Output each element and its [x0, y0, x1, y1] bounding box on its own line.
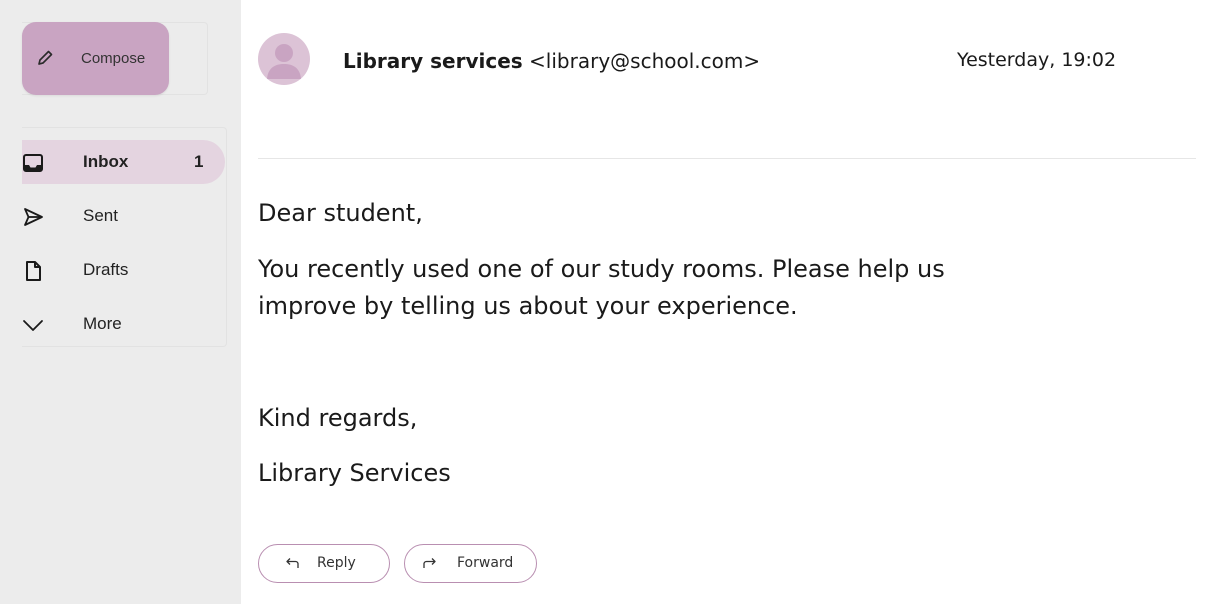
- sender: Library services <library@school.com>: [343, 49, 760, 73]
- sidebar-item-more[interactable]: More: [22, 302, 225, 346]
- sidebar-item-drafts[interactable]: Drafts: [22, 248, 225, 292]
- sender-email: <library@school.com>: [529, 49, 761, 73]
- compose-button[interactable]: Compose: [22, 22, 169, 95]
- forward-label: Forward: [457, 555, 514, 571]
- send-icon: [24, 208, 43, 226]
- chevron-down-icon: [23, 320, 43, 331]
- sidebar-item-sent[interactable]: Sent: [22, 194, 225, 238]
- sender-name: Library services: [343, 49, 523, 73]
- sidebar-item-label: More: [83, 314, 122, 333]
- message-signature: Library Services: [258, 459, 451, 487]
- message-body-line: You recently used one of our study rooms…: [258, 255, 945, 283]
- unread-count-badge: 1: [194, 152, 204, 171]
- compose-label: Compose: [81, 50, 146, 67]
- pencil-icon: [38, 50, 53, 65]
- message-date: Yesterday, 19:02: [957, 49, 1117, 71]
- sidebar-item-label: Drafts: [83, 260, 129, 279]
- sidebar-item-label: Sent: [83, 206, 118, 225]
- sender-avatar: [258, 33, 310, 85]
- forward-icon: [423, 558, 436, 568]
- inbox-icon: [23, 154, 43, 172]
- message-body-line: improve by telling us about your experie…: [258, 292, 798, 320]
- message-closing: Kind regards,: [258, 404, 418, 432]
- person-icon: [267, 44, 301, 79]
- divider: [258, 158, 1196, 159]
- reply-label: Reply: [317, 555, 356, 571]
- message-greeting: Dear student,: [258, 199, 423, 227]
- reply-icon: [286, 558, 299, 568]
- sidebar-item-label: Inbox: [83, 152, 129, 171]
- sidebar-item-inbox[interactable]: Inbox 1: [22, 140, 225, 184]
- reply-button[interactable]: Reply: [258, 544, 390, 583]
- draft-icon: [26, 261, 41, 281]
- mail-app: Compose Inbox 1 Sent Drafts More Library…: [0, 0, 1214, 604]
- forward-button[interactable]: Forward: [404, 544, 537, 583]
- sidebar: Compose Inbox 1 Sent Drafts More: [0, 0, 241, 604]
